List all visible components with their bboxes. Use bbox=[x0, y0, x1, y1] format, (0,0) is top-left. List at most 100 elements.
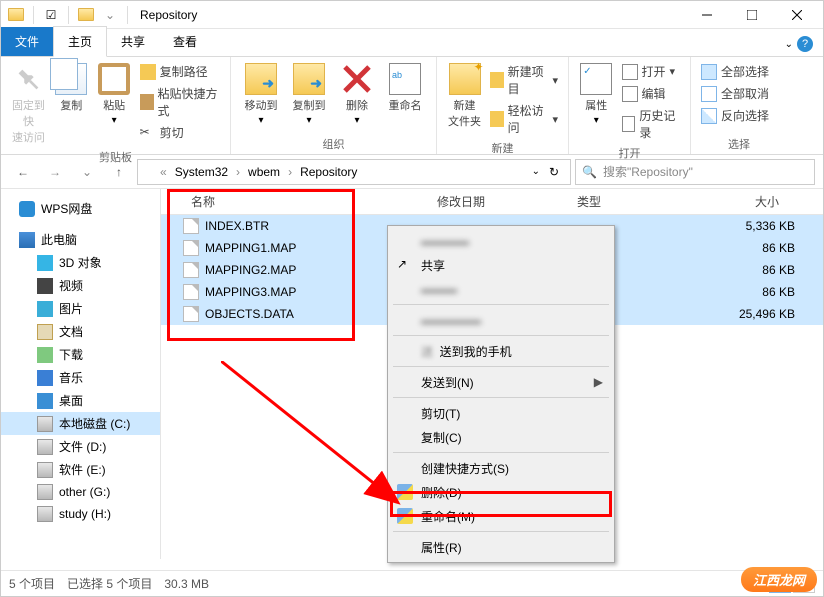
ctx-shortcut[interactable]: 创建快捷方式(S) bbox=[391, 456, 611, 480]
tab-view[interactable]: 查看 bbox=[159, 27, 211, 56]
newfolder-button[interactable]: 新建 文件夹 bbox=[443, 61, 486, 131]
pin-button[interactable]: 固定到快 速访问 bbox=[7, 61, 50, 147]
ctx-copy[interactable]: 复制(C) bbox=[391, 425, 611, 449]
file-size: 86 KB bbox=[705, 285, 803, 299]
maximize-button[interactable] bbox=[729, 1, 774, 29]
delete-button[interactable]: 删除▾ bbox=[333, 61, 381, 128]
shield-icon bbox=[397, 508, 413, 524]
qat-checkbox[interactable]: ☑ bbox=[40, 4, 62, 26]
close-button[interactable] bbox=[774, 1, 819, 29]
tree-gdrive[interactable]: other (G:) bbox=[1, 481, 160, 503]
paste-button[interactable]: 粘贴 ▾ bbox=[93, 61, 136, 128]
tree-ddrive[interactable]: 文件 (D:) bbox=[1, 435, 160, 458]
ctx-cut[interactable]: 剪切(T) bbox=[391, 401, 611, 425]
recent-dropdown[interactable]: ⌄ bbox=[73, 158, 101, 186]
status-selected: 已选择 5 个项目 bbox=[67, 575, 152, 592]
properties-button[interactable]: 属性▾ bbox=[575, 61, 618, 128]
tree-hdrive[interactable]: study (H:) bbox=[1, 503, 160, 525]
watermark: 江西龙网 bbox=[741, 567, 817, 592]
refresh-button[interactable]: ↻ bbox=[542, 160, 566, 184]
minimize-button[interactable] bbox=[684, 1, 729, 29]
tree-pictures[interactable]: 图片 bbox=[1, 297, 160, 320]
rename-icon: ab bbox=[389, 63, 421, 95]
copy-icon bbox=[55, 63, 87, 95]
history-icon bbox=[622, 116, 636, 132]
file-size: 86 KB bbox=[705, 263, 803, 277]
easyaccess-button[interactable]: 轻松访问 ▾ bbox=[486, 100, 562, 138]
column-name[interactable]: 名称 bbox=[183, 189, 429, 214]
newitem-button[interactable]: 新建项目 ▾ bbox=[486, 61, 562, 99]
selectall-icon bbox=[701, 64, 717, 80]
ctx-rename[interactable]: 重命名(M) bbox=[391, 504, 611, 528]
chevron-down-icon[interactable]: ⌄ bbox=[532, 166, 540, 177]
file-icon bbox=[183, 284, 199, 300]
picture-icon bbox=[37, 301, 53, 317]
tree-music[interactable]: 音乐 bbox=[1, 366, 160, 389]
qat-dropdown[interactable]: ⌄ bbox=[99, 4, 121, 26]
file-list[interactable]: 名称 修改日期 类型 大小 INDEX.BTR5,336 KBMAPPING1.… bbox=[161, 189, 823, 559]
column-size[interactable]: 大小 bbox=[689, 189, 787, 214]
selectnone-button[interactable]: 全部取消 bbox=[697, 83, 773, 104]
tree-video[interactable]: 视频 bbox=[1, 274, 160, 297]
ctx-item[interactable]: ▬▬▬▬▬ bbox=[391, 308, 611, 332]
pc-icon bbox=[19, 232, 35, 248]
chevron-right-icon: ▶ bbox=[594, 375, 603, 389]
copy-button[interactable]: 复制 bbox=[50, 61, 93, 115]
copypath-button[interactable]: 复制路径 bbox=[136, 61, 224, 82]
edit-button[interactable]: 编辑 bbox=[618, 83, 685, 104]
pasteshortcut-button[interactable]: 粘贴快捷方式 bbox=[136, 83, 224, 121]
breadcrumb-item[interactable]: Repository bbox=[296, 163, 361, 181]
shield-icon bbox=[397, 484, 413, 500]
edit-icon bbox=[622, 86, 638, 102]
statusbar: 5 个项目 已选择 5 个项目 30.3 MB bbox=[1, 570, 823, 596]
history-button[interactable]: 历史记录 bbox=[618, 105, 685, 143]
nav-tree[interactable]: WPS网盘 此电脑 3D 对象 视频 图片 文档 下载 音乐 桌面 本地磁盘 (… bbox=[1, 189, 161, 559]
tree-downloads[interactable]: 下载 bbox=[1, 343, 160, 366]
tree-documents[interactable]: 文档 bbox=[1, 320, 160, 343]
tab-home[interactable]: 主页 bbox=[53, 26, 107, 57]
tree-wps[interactable]: WPS网盘 bbox=[1, 197, 160, 220]
ctx-properties[interactable]: 属性(R) bbox=[391, 535, 611, 559]
ctx-sendto[interactable]: 发送到(N)▶ bbox=[391, 370, 611, 394]
search-input[interactable]: 🔍 搜索"Repository" bbox=[575, 159, 815, 185]
ctx-item[interactable]: ▬▬▬▬ bbox=[391, 229, 611, 253]
address-bar[interactable]: « System32› wbem› Repository ⌄ ↻ bbox=[137, 159, 571, 185]
invertselect-button[interactable]: 反向选择 bbox=[697, 105, 773, 126]
tab-file[interactable]: 文件 bbox=[1, 27, 53, 56]
folder-icon bbox=[142, 166, 156, 178]
column-type[interactable]: 类型 bbox=[569, 189, 689, 214]
back-button[interactable]: ← bbox=[9, 158, 37, 186]
ribbon-help[interactable]: ⌄ ? bbox=[775, 32, 823, 56]
tree-thispc[interactable]: 此电脑 bbox=[1, 228, 160, 251]
status-size: 30.3 MB bbox=[164, 577, 209, 591]
tree-3d[interactable]: 3D 对象 bbox=[1, 251, 160, 274]
column-date[interactable]: 修改日期 bbox=[429, 189, 569, 214]
breadcrumb-item[interactable]: wbem bbox=[244, 163, 284, 181]
ctx-delete[interactable]: 删除(D) bbox=[391, 480, 611, 504]
copyto-button[interactable]: ➜ 复制到▾ bbox=[285, 61, 333, 128]
context-menu: ▬▬▬▬ ↗共享 ▬▬▬ ▬▬▬▬▬ 送 送到我的手机 发送到(N)▶ 剪切(T… bbox=[387, 225, 615, 563]
delete-x-icon bbox=[341, 63, 373, 95]
tab-share[interactable]: 共享 bbox=[107, 27, 159, 56]
selectall-button[interactable]: 全部选择 bbox=[697, 61, 773, 82]
tree-cdrive[interactable]: 本地磁盘 (C:) bbox=[1, 412, 160, 435]
forward-button[interactable]: → bbox=[41, 158, 69, 186]
open-button[interactable]: 打开 ▾ bbox=[618, 61, 685, 82]
download-icon bbox=[37, 347, 53, 363]
nav-row: ← → ⌄ ↑ « System32› wbem› Repository ⌄ ↻… bbox=[1, 155, 823, 189]
tree-edrive[interactable]: 软件 (E:) bbox=[1, 458, 160, 481]
window-title: Repository bbox=[140, 8, 197, 22]
music-icon bbox=[37, 370, 53, 386]
cut-button[interactable]: ✂剪切 bbox=[136, 122, 224, 143]
tree-desktop[interactable]: 桌面 bbox=[1, 389, 160, 412]
help-icon[interactable]: ? bbox=[797, 36, 813, 52]
ctx-share[interactable]: ↗共享 bbox=[391, 253, 611, 277]
rename-button[interactable]: ab 重命名 bbox=[381, 61, 429, 115]
breadcrumb-item[interactable]: System32 bbox=[171, 163, 232, 181]
ctx-sendphone[interactable]: 送 送到我的手机 bbox=[391, 339, 611, 363]
moveto-button[interactable]: ➜ 移动到▾ bbox=[237, 61, 285, 128]
path-icon bbox=[140, 64, 156, 80]
up-button[interactable]: ↑ bbox=[105, 158, 133, 186]
ctx-item[interactable]: ▬▬▬ bbox=[391, 277, 611, 301]
invert-icon bbox=[701, 108, 717, 124]
